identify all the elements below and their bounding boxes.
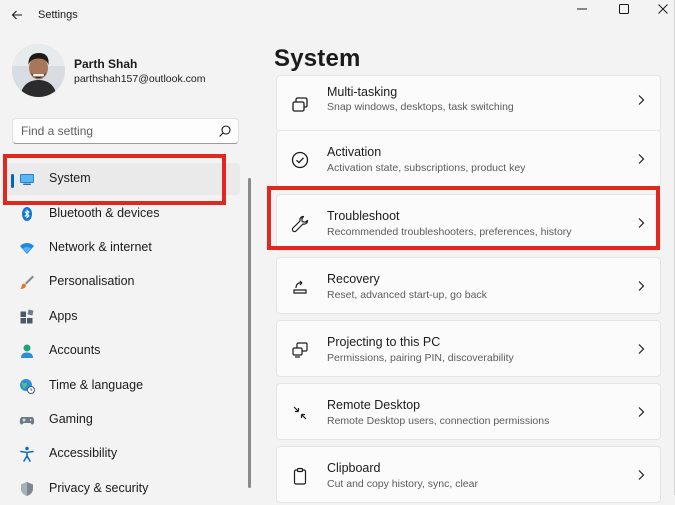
sidebar-item-label: Gaming [49, 412, 93, 426]
sidebar-item-system[interactable]: System [6, 163, 240, 195]
projector-icon [292, 342, 308, 358]
settings-card-clipboard[interactable]: Clipboard Cut and copy history, sync, cl… [276, 446, 661, 503]
globe-clock-icon [20, 379, 35, 394]
card-title: Activation [327, 145, 382, 159]
sidebar-item-label: Network & internet [49, 240, 152, 254]
minimize-button[interactable] [560, 0, 604, 18]
title-bar: Settings [0, 0, 675, 30]
bluetooth-icon [22, 207, 32, 221]
chevron-right-icon [638, 344, 645, 354]
card-title: Troubleshoot [327, 209, 400, 223]
settings-card-multitasking[interactable]: Multi-tasking Snap windows, desktops, ta… [276, 75, 661, 132]
maximize-icon [619, 4, 629, 14]
wifi-icon [20, 243, 34, 254]
card-description: Recommended troubleshooters, preferences… [327, 226, 572, 238]
sidebar-item-network-internet[interactable]: Network & internet [6, 232, 240, 264]
sidebar-item-label: Apps [49, 309, 78, 323]
sidebar-item-accounts[interactable]: Accounts [6, 335, 240, 367]
sidebar-item-time-language[interactable]: Time & language [6, 370, 240, 402]
settings-card-troubleshoot[interactable]: Troubleshoot Recommended troubleshooters… [276, 194, 661, 251]
card-description: Activation state, subscriptions, product… [327, 162, 526, 174]
chevron-right-icon [638, 154, 645, 164]
card-description: Remote Desktop users, connection permiss… [327, 415, 550, 427]
sidebar-item-bluetooth-devices[interactable]: Bluetooth & devices [6, 198, 240, 230]
sidebar-item-accessibility[interactable]: Accessibility [6, 438, 240, 470]
gamepad-icon [19, 417, 35, 425]
chevron-right-icon [638, 281, 645, 291]
recovery-icon [293, 280, 307, 294]
brush-icon [20, 275, 34, 289]
wrench-icon [291, 215, 309, 233]
settings-card-projecting[interactable]: Projecting to this PC Permissions, pairi… [276, 320, 661, 377]
check-circle-icon [291, 151, 309, 169]
sidebar-item-label: Accounts [49, 343, 101, 357]
sidebar-item-apps[interactable]: Apps [6, 301, 240, 333]
avatar[interactable] [12, 44, 65, 97]
card-title: Remote Desktop [327, 398, 421, 412]
user-email: parthshah157@outlook.com [74, 73, 206, 85]
settings-card-activation[interactable]: Activation Activation state, subscriptio… [276, 130, 661, 187]
sidebar-item-label: System [49, 171, 91, 185]
user-photo-icon [12, 44, 65, 97]
settings-card-recovery[interactable]: Recovery Reset, advanced start-up, go ba… [276, 257, 661, 314]
back-arrow-icon [11, 10, 22, 20]
page-title: System [274, 45, 361, 72]
settings-card-remote-desktop[interactable]: Remote Desktop Remote Desktop users, con… [276, 383, 661, 440]
sidebar-item-personalisation[interactable]: Personalisation [6, 266, 240, 298]
monitor-icon [20, 174, 34, 185]
minimize-icon [577, 8, 587, 10]
remote-desktop-icon [293, 406, 307, 420]
clipboard-icon [293, 467, 307, 485]
sidebar-item-privacy-security[interactable]: Privacy & security [6, 473, 240, 505]
card-description: Cut and copy history, sync, clear [327, 478, 478, 490]
card-description: Reset, advanced start-up, go back [327, 289, 487, 301]
multitasking-icon [292, 97, 308, 112]
card-title: Projecting to this PC [327, 335, 441, 349]
settings-window: Settings Parth Shah parthshah157@outlook… [0, 0, 675, 503]
card-description: Permissions, pairing PIN, discoverabilit… [327, 352, 514, 364]
chevron-right-icon [638, 218, 645, 228]
card-title: Clipboard [327, 461, 381, 475]
app-title: Settings [38, 9, 78, 21]
apps-icon [20, 309, 34, 324]
sidebar-scrollbar[interactable] [248, 178, 251, 488]
sidebar-item-label: Privacy & security [49, 481, 149, 495]
accessibility-icon [20, 446, 34, 462]
card-title: Recovery [327, 272, 380, 286]
sidebar-item-label: Accessibility [49, 446, 118, 460]
person-icon [21, 344, 33, 358]
sidebar-item-label: Bluetooth & devices [49, 206, 160, 220]
close-button[interactable] [641, 0, 675, 18]
active-indicator [11, 174, 14, 188]
card-description: Snap windows, desktops, task switching [327, 101, 514, 113]
sidebar-item-gaming[interactable]: Gaming [6, 404, 240, 436]
chevron-right-icon [638, 407, 645, 417]
card-title: Multi-tasking [327, 85, 398, 99]
maximize-button[interactable] [602, 0, 646, 18]
chevron-right-icon [638, 95, 645, 105]
back-button[interactable] [8, 6, 26, 24]
chevron-right-icon [638, 470, 645, 480]
close-icon [658, 4, 668, 14]
sidebar-item-label: Personalisation [49, 274, 135, 288]
sidebar-item-label: Time & language [49, 378, 144, 392]
search-input[interactable] [21, 123, 211, 139]
search-box[interactable] [12, 118, 239, 144]
user-name: Parth Shah [74, 57, 138, 71]
search-icon[interactable] [218, 124, 232, 138]
